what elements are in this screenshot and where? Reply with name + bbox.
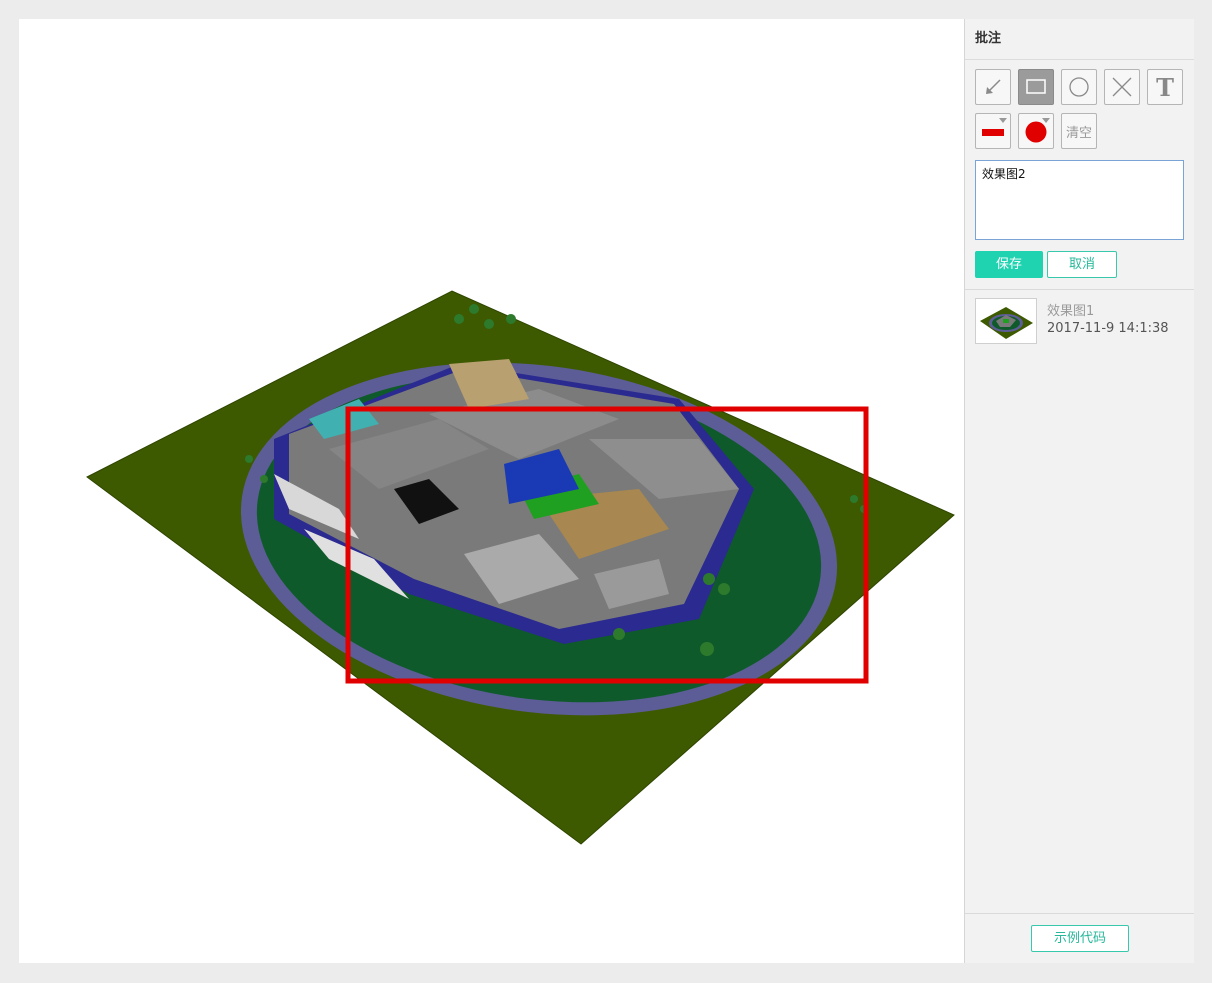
building-model-render	[86, 290, 955, 845]
circle-tool-button[interactable]	[1061, 69, 1097, 105]
annotation-thumbnail	[975, 298, 1037, 344]
divider	[965, 289, 1194, 290]
annotation-note-input[interactable]: 效果图2	[975, 160, 1184, 240]
annotation-list-item[interactable]: 效果图1 2017-11-9 14:1:38	[975, 298, 1185, 346]
save-button[interactable]: 保存	[975, 251, 1043, 278]
line-color-icon	[982, 129, 1004, 136]
app-frame: 批注 T 清空 效果图2 保存 取消 效果图1 2017-11-9 14:1:3…	[19, 19, 1194, 963]
panel-title: 批注	[965, 19, 1194, 60]
arrow-icon	[986, 79, 1001, 94]
cross-icon	[1112, 77, 1132, 97]
annotation-name: 效果图1	[1047, 304, 1095, 319]
chevron-down-icon	[1042, 118, 1050, 123]
cancel-button[interactable]: 取消	[1047, 251, 1117, 278]
chevron-down-icon	[999, 118, 1007, 123]
fill-color-dropdown[interactable]	[1018, 113, 1054, 149]
line-style-dropdown[interactable]	[975, 113, 1011, 149]
cross-tool-button[interactable]	[1104, 69, 1140, 105]
annotation-panel: 批注 T 清空 效果图2 保存 取消 效果图1 2017-11-9 14:1:3…	[964, 19, 1194, 963]
annotation-timestamp: 2017-11-9 14:1:38	[1047, 321, 1169, 336]
text-tool-button[interactable]: T	[1147, 69, 1183, 105]
rectangle-icon	[1026, 79, 1046, 94]
clear-button[interactable]: 清空	[1061, 113, 1097, 149]
text-icon: T	[1156, 72, 1174, 102]
divider	[965, 913, 1194, 914]
circle-icon	[1069, 77, 1089, 97]
model-viewport[interactable]	[19, 19, 964, 963]
fill-color-icon	[1025, 121, 1047, 143]
sample-code-button[interactable]: 示例代码	[1031, 925, 1129, 952]
rectangle-tool-button[interactable]	[1018, 69, 1054, 105]
arrow-tool-button[interactable]	[975, 69, 1011, 105]
